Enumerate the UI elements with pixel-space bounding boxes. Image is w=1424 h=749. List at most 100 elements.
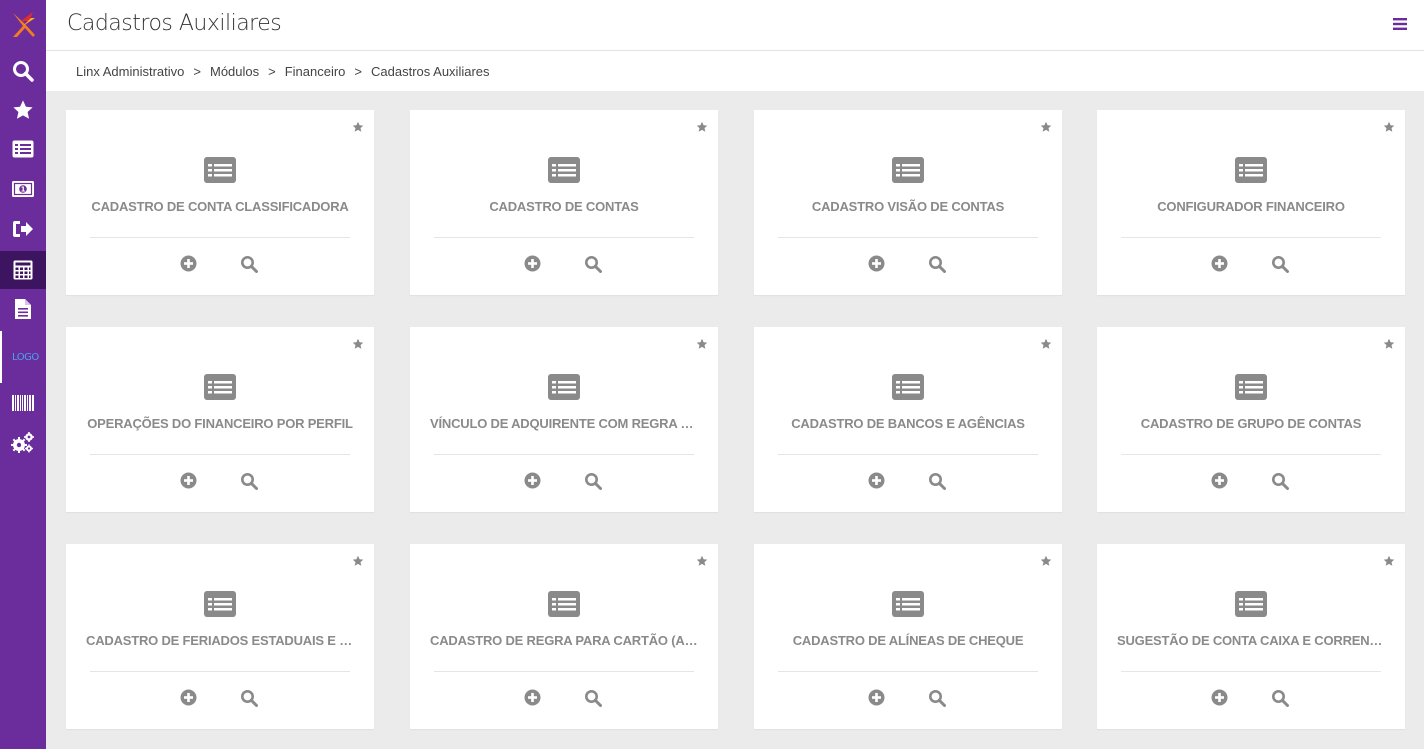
- add-record-button[interactable]: [1211, 255, 1228, 277]
- search-record-button[interactable]: [240, 255, 258, 278]
- add-record-button[interactable]: [524, 255, 541, 277]
- search-record-button[interactable]: [928, 472, 946, 495]
- search-icon: [1272, 690, 1289, 707]
- module-card-title[interactable]: CADASTRO DE BANCOS E AGÊNCIAS: [774, 416, 1042, 431]
- favorite-star-icon[interactable]: [1040, 337, 1052, 355]
- module-card-title[interactable]: CADASTRO DE ALÍNEAS DE CHEQUE: [774, 633, 1042, 648]
- search-record-button[interactable]: [1271, 255, 1289, 278]
- plus-circle-icon: [868, 255, 885, 272]
- favorite-star-icon[interactable]: [1383, 120, 1395, 138]
- favorite-star-icon[interactable]: [1383, 337, 1395, 355]
- list-icon: [1235, 374, 1267, 405]
- plus-circle-icon: [1211, 689, 1228, 706]
- card-divider: [778, 671, 1038, 672]
- list-icon: [12, 140, 34, 158]
- module-card-title[interactable]: CADASTRO DE REGRA PARA CARTÃO (ADM): [430, 633, 698, 648]
- search-record-button[interactable]: [1271, 472, 1289, 495]
- add-record-button[interactable]: [524, 472, 541, 494]
- add-record-button[interactable]: [180, 255, 197, 277]
- module-card-title[interactable]: SUGESTÃO DE CONTA CAIXA E CORRENTE: [1117, 633, 1385, 648]
- favorite-star-icon[interactable]: [696, 120, 708, 138]
- search-icon: [585, 690, 602, 707]
- card-divider: [90, 454, 350, 455]
- sidebar-item-document[interactable]: [0, 290, 46, 328]
- plus-circle-icon: [180, 689, 197, 706]
- module-card-title[interactable]: CONFIGURADOR FINANCEIRO: [1117, 199, 1385, 214]
- module-card-title[interactable]: CADASTRO VISÃO DE CONTAS: [774, 199, 1042, 214]
- module-card-title[interactable]: CADASTRO DE CONTAS: [430, 199, 698, 214]
- search-record-button[interactable]: [584, 689, 602, 712]
- add-record-button[interactable]: [180, 472, 197, 494]
- sidebar-item-favorites[interactable]: [0, 91, 46, 129]
- favorite-star-icon[interactable]: [1040, 554, 1052, 572]
- list-icon: [892, 157, 924, 188]
- module-card-title[interactable]: OPERAÇÕES DO FINANCEIRO POR PERFIL: [86, 416, 354, 431]
- breadcrumb-item-modulos[interactable]: Módulos: [210, 64, 259, 79]
- favorite-star-icon[interactable]: [352, 337, 364, 355]
- plus-circle-icon: [1211, 472, 1228, 489]
- card-divider: [90, 237, 350, 238]
- module-card: CADASTRO DE CONTA CLASSIFICADORA: [66, 110, 374, 295]
- list-icon: [204, 157, 236, 188]
- sidebar-item-list[interactable]: [0, 130, 46, 168]
- module-card-title[interactable]: CADASTRO DE FERIADOS ESTADUAIS E MUN...: [86, 633, 354, 648]
- sidebar-item-exit[interactable]: [0, 210, 46, 248]
- search-record-button[interactable]: [928, 689, 946, 712]
- sidebar-item-broken-image[interactable]: LOGO: [0, 331, 46, 383]
- hamburger-icon[interactable]: [1393, 17, 1407, 36]
- document-icon: [15, 299, 31, 319]
- sidebar-item-calculator[interactable]: [0, 251, 46, 289]
- breadcrumb-separator: >: [268, 63, 276, 79]
- module-card: OPERAÇÕES DO FINANCEIRO POR PERFIL: [66, 327, 374, 512]
- card-divider: [1121, 237, 1381, 238]
- search-record-button[interactable]: [584, 255, 602, 278]
- add-record-button[interactable]: [1211, 689, 1228, 711]
- search-icon: [929, 256, 946, 273]
- breadcrumb-item-financeiro[interactable]: Financeiro: [285, 64, 346, 79]
- module-card: SUGESTÃO DE CONTA CAIXA E CORRENTE: [1097, 544, 1405, 729]
- search-record-button[interactable]: [240, 689, 258, 712]
- module-card-title[interactable]: CADASTRO DE GRUPO DE CONTAS: [1117, 416, 1385, 431]
- search-icon: [1272, 256, 1289, 273]
- card-divider: [778, 454, 1038, 455]
- module-card-title[interactable]: VÍNCULO DE ADQUIRENTE COM REGRA DE C...: [430, 416, 698, 431]
- linx-logo[interactable]: [9, 9, 37, 41]
- search-icon: [241, 256, 258, 273]
- module-card: CADASTRO DE REGRA PARA CARTÃO (ADM): [410, 544, 718, 729]
- plus-circle-icon: [524, 255, 541, 272]
- plus-circle-icon: [1211, 255, 1228, 272]
- breadcrumb-item-current: Cadastros Auxiliares: [371, 63, 490, 79]
- card-divider: [778, 237, 1038, 238]
- search-icon: [929, 690, 946, 707]
- breadcrumb-separator: >: [193, 63, 201, 79]
- favorite-star-icon[interactable]: [352, 120, 364, 138]
- sidebar-item-settings[interactable]: [0, 424, 46, 462]
- add-record-button[interactable]: [524, 689, 541, 711]
- add-record-button[interactable]: [868, 255, 885, 277]
- breadcrumb-item-linx-administrativo[interactable]: Linx Administrativo: [76, 64, 184, 79]
- search-record-button[interactable]: [1271, 689, 1289, 712]
- top-header: Cadastros Auxiliares: [46, 0, 1424, 51]
- add-record-button[interactable]: [1211, 472, 1228, 494]
- sidebar-item-barcode[interactable]: [0, 384, 46, 422]
- favorite-star-icon[interactable]: [696, 554, 708, 572]
- module-card-title[interactable]: CADASTRO DE CONTA CLASSIFICADORA: [86, 199, 354, 214]
- breadcrumb: Linx Administrativo > Módulos > Financei…: [46, 51, 1424, 91]
- add-record-button[interactable]: [868, 689, 885, 711]
- sidebar-item-search[interactable]: [0, 52, 46, 90]
- search-record-button[interactable]: [584, 472, 602, 495]
- add-record-button[interactable]: [868, 472, 885, 494]
- list-icon: [548, 591, 580, 622]
- add-record-button[interactable]: [180, 689, 197, 711]
- sidebar-item-financial[interactable]: 1: [0, 170, 46, 208]
- card-divider: [434, 454, 694, 455]
- favorite-star-icon[interactable]: [696, 337, 708, 355]
- favorite-star-icon[interactable]: [352, 554, 364, 572]
- module-card: CADASTRO VISÃO DE CONTAS: [754, 110, 1062, 295]
- favorite-star-icon[interactable]: [1383, 554, 1395, 572]
- favorite-star-icon[interactable]: [1040, 120, 1052, 138]
- card-divider: [1121, 454, 1381, 455]
- search-record-button[interactable]: [928, 255, 946, 278]
- search-record-button[interactable]: [240, 472, 258, 495]
- cogs-icon: [11, 432, 34, 453]
